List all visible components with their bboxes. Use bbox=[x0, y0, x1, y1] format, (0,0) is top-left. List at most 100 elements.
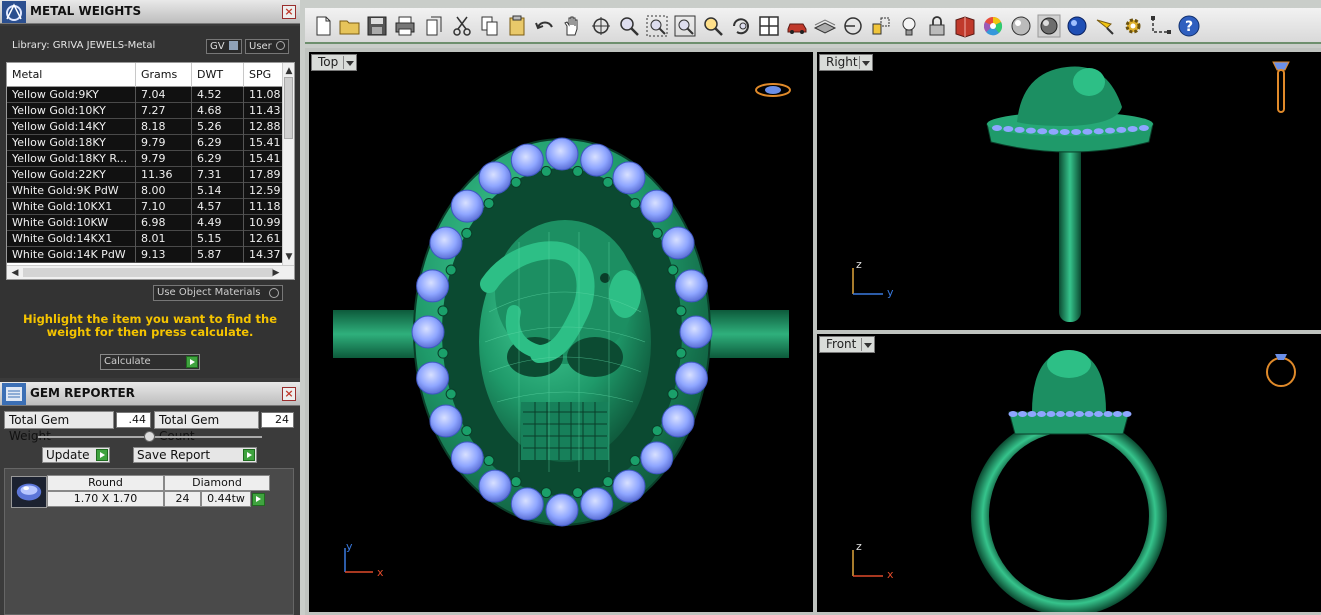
user-toggle[interactable]: User bbox=[245, 39, 289, 54]
close-icon[interactable]: × bbox=[282, 5, 296, 19]
metal-name-cell: Yellow Gold:18KY bbox=[7, 135, 136, 151]
viewport-menu-front[interactable]: Front bbox=[819, 336, 875, 353]
gv-toggle[interactable]: GV bbox=[206, 39, 242, 54]
grams-cell: 7.10 bbox=[136, 199, 192, 215]
zoom-window-icon[interactable] bbox=[645, 14, 669, 38]
scroll-thumb[interactable] bbox=[284, 77, 293, 139]
save-report-button[interactable]: Save Report bbox=[133, 447, 257, 463]
viewport-menu-right[interactable]: Right bbox=[819, 54, 873, 71]
column-header-dwt[interactable]: DWT bbox=[192, 63, 244, 87]
open-folder-icon[interactable] bbox=[338, 14, 362, 38]
save-icon[interactable] bbox=[365, 14, 389, 38]
save-report-label: Save Report bbox=[137, 448, 211, 462]
spg-cell: 14.37 bbox=[244, 247, 284, 263]
target-icon[interactable] bbox=[841, 14, 865, 38]
sphere-white-icon[interactable] bbox=[1009, 14, 1033, 38]
gem-shape: Round bbox=[47, 475, 164, 491]
viewport-menu-top[interactable]: Top bbox=[311, 54, 357, 71]
ring-side-orientation-icon bbox=[1272, 61, 1290, 113]
help-icon[interactable]: ? bbox=[1177, 14, 1201, 38]
front-gem bbox=[1122, 411, 1132, 417]
undo-icon[interactable] bbox=[533, 14, 557, 38]
paste-icon[interactable] bbox=[505, 14, 529, 38]
dwt-cell: 5.15 bbox=[192, 231, 244, 247]
right-viewport[interactable]: Right z y bbox=[817, 52, 1321, 330]
close-icon[interactable]: × bbox=[282, 387, 296, 401]
use-object-materials-toggle[interactable]: Use Object Materials bbox=[153, 285, 283, 301]
rotate-camera-icon[interactable] bbox=[729, 14, 753, 38]
scroll-left-icon[interactable]: ◀ bbox=[9, 267, 21, 279]
update-button[interactable]: Update bbox=[42, 447, 110, 463]
halo-gem bbox=[411, 315, 445, 349]
gv-label: GV bbox=[210, 41, 225, 52]
table-row[interactable]: White Gold:10KX1 7.10 4.57 11.18 bbox=[7, 199, 284, 215]
grams-cell: 8.01 bbox=[136, 231, 192, 247]
four-viewports-icon[interactable] bbox=[757, 14, 781, 38]
table-row[interactable]: White Gold:14KX1 8.01 5.15 12.61 bbox=[7, 231, 284, 247]
side-gem bbox=[1105, 127, 1115, 134]
gem-details-button[interactable] bbox=[252, 493, 265, 506]
table-row[interactable]: White Gold:9K PdW 8.00 5.14 12.59 bbox=[7, 183, 284, 199]
hscroll-thumb[interactable] bbox=[23, 268, 273, 277]
layer-icon[interactable] bbox=[813, 14, 837, 38]
rotate-view-icon[interactable] bbox=[589, 14, 613, 38]
side-gem bbox=[992, 125, 1002, 131]
viewport-right-label: Right bbox=[826, 55, 858, 69]
car-icon[interactable] bbox=[785, 14, 809, 38]
cut-icon[interactable] bbox=[450, 14, 474, 38]
gear-icon[interactable] bbox=[1121, 14, 1145, 38]
table-row[interactable]: White Gold:14K PdW 9.13 5.87 14.37 bbox=[7, 247, 284, 263]
halo-gem bbox=[478, 161, 512, 195]
grams-cell: 9.79 bbox=[136, 151, 192, 167]
front-viewport[interactable]: Front z x bbox=[817, 334, 1321, 612]
scroll-up-icon[interactable]: ▲ bbox=[283, 65, 294, 77]
zoom-selected-icon[interactable] bbox=[701, 14, 725, 38]
scroll-right-icon[interactable]: ▶ bbox=[270, 267, 282, 279]
table-row[interactable]: Yellow Gold:9KY 7.04 4.52 11.08 bbox=[7, 87, 284, 103]
table-row[interactable]: Yellow Gold:18KY R... 9.79 6.29 15.41 bbox=[7, 151, 284, 167]
update-label: Update bbox=[46, 448, 90, 462]
column-header-grams[interactable]: Grams bbox=[136, 63, 192, 87]
side-gem bbox=[1048, 128, 1059, 135]
table-row[interactable]: Yellow Gold:18KY 9.79 6.29 15.41 bbox=[7, 135, 284, 151]
top-viewport[interactable]: Top y x bbox=[309, 52, 813, 612]
table-row[interactable]: Yellow Gold:10KY 7.27 4.68 11.43 bbox=[7, 103, 284, 119]
column-header-metal[interactable]: Metal bbox=[7, 63, 136, 87]
copy-doc-icon[interactable] bbox=[422, 14, 446, 38]
calculate-button[interactable]: Calculate bbox=[100, 354, 200, 370]
snap-icon[interactable] bbox=[869, 14, 893, 38]
zoom-icon[interactable] bbox=[617, 14, 641, 38]
metal-name-cell: White Gold:10KW bbox=[7, 215, 136, 231]
table-row[interactable]: Yellow Gold:22KY 11.36 7.31 17.89 bbox=[7, 167, 284, 183]
print-icon[interactable] bbox=[393, 14, 417, 38]
pan-hand-icon[interactable] bbox=[560, 14, 584, 38]
front-gem bbox=[1094, 411, 1103, 417]
table-row[interactable]: Yellow Gold:14KY 8.18 5.26 12.88 bbox=[7, 119, 284, 135]
front-gem bbox=[1084, 411, 1094, 417]
gem-weight: 0.44tw bbox=[201, 491, 251, 507]
light-icon[interactable] bbox=[897, 14, 921, 38]
slider-handle[interactable] bbox=[144, 431, 155, 442]
prong-bead bbox=[445, 264, 457, 276]
total-gem-weight-label: Total Gem Weight bbox=[4, 411, 114, 443]
spotlight-icon[interactable] bbox=[1093, 14, 1117, 38]
halo-gem bbox=[450, 189, 484, 223]
new-file-icon[interactable] bbox=[311, 14, 335, 38]
copy-icon[interactable] bbox=[478, 14, 502, 38]
lock-icon[interactable] bbox=[925, 14, 949, 38]
vertical-scrollbar[interactable]: ▲ ▼ bbox=[282, 63, 294, 265]
front-gem bbox=[1018, 411, 1027, 417]
color-wheel-icon[interactable] bbox=[981, 14, 1005, 38]
horizontal-scrollbar[interactable]: ◀ ▶ bbox=[7, 265, 294, 279]
dimension-icon[interactable] bbox=[1149, 14, 1173, 38]
axis-x-label: x bbox=[887, 568, 894, 581]
scroll-down-icon[interactable]: ▼ bbox=[283, 251, 294, 263]
column-header-spg[interactable]: SPG bbox=[244, 63, 284, 87]
halo-gem bbox=[416, 269, 450, 303]
table-row[interactable]: White Gold:10KW 6.98 4.49 10.99 bbox=[7, 215, 284, 231]
material-book-icon[interactable] bbox=[953, 14, 977, 38]
sphere-blue-icon[interactable] bbox=[1065, 14, 1089, 38]
sphere-grey-icon[interactable] bbox=[1037, 14, 1061, 38]
prong-bead bbox=[540, 165, 552, 177]
zoom-extents-icon[interactable] bbox=[673, 14, 697, 38]
